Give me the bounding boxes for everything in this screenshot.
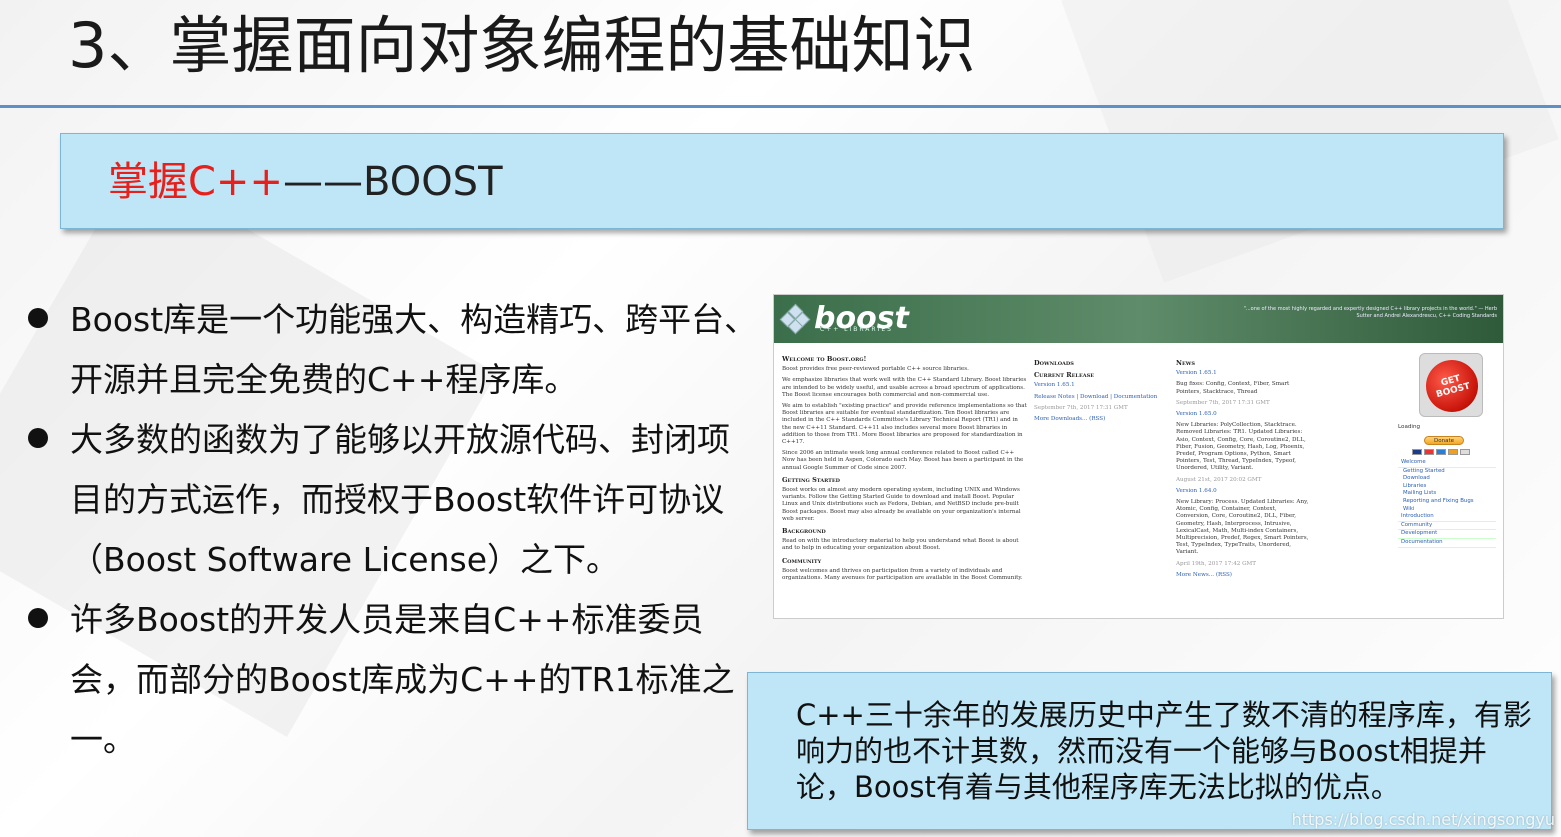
news-date: September 7th, 2017 17:31 GMT xyxy=(1176,399,1270,406)
boost-downloads-title: Downloads xyxy=(1034,359,1074,367)
bullet-dot-icon xyxy=(28,308,48,328)
boost-news-column: News Version 1.65.1 Bug fixes: Config, C… xyxy=(1176,355,1310,583)
nav-sub-item[interactable]: Download xyxy=(1398,475,1496,483)
bullet-item: Boost库是一个功能强大、构造精巧、跨平台、开源并且完全免费的C++程序库。 xyxy=(22,290,762,410)
nav-sub-item[interactable]: Reporting and Fixing Bugs xyxy=(1398,498,1496,506)
boost-news-title: News xyxy=(1176,359,1195,367)
boost-welcome-p2: We emphasize libraries that work well wi… xyxy=(782,377,1027,398)
news-version-link[interactable]: Version 1.65.1 xyxy=(1176,370,1310,377)
bullet-list: Boost库是一个功能强大、构造精巧、跨平台、开源并且完全免费的C++程序库。 … xyxy=(22,290,762,770)
boost-getting-started-title: Getting Started xyxy=(782,475,841,484)
news-version-link[interactable]: Version 1.65.0 xyxy=(1176,411,1310,418)
nav-item-introduction[interactable]: Introduction xyxy=(1398,513,1496,522)
news-text: Bug fixes: Config, Context, Fiber, Smart… xyxy=(1176,381,1290,395)
boost-welcome-title: Welcome to Boost.org! xyxy=(782,355,867,363)
boost-welcome-p3: We aim to establish "existing practice" … xyxy=(782,403,1027,446)
news-date: April 19th, 2017 17:42 GMT xyxy=(1176,560,1257,567)
nav-sub-item[interactable]: Wiki xyxy=(1398,506,1496,514)
nav-item-documentation[interactable]: Documentation xyxy=(1398,539,1496,548)
boost-current-release-title: Current Release xyxy=(1034,371,1095,380)
boost-more-downloads-link[interactable]: More Downloads... (RSS) xyxy=(1034,416,1166,423)
news-text: New Libraries: PolyCollection, Stacktrac… xyxy=(1176,422,1306,472)
boost-header-quote: "...one of the most highly regarded and … xyxy=(1243,306,1497,319)
boost-community-text: Boost welcomes and thrives on participat… xyxy=(782,567,1023,582)
bullet-dot-icon xyxy=(28,428,48,448)
payment-cards-icon xyxy=(1412,449,1470,455)
boost-current-version-link[interactable]: Version 1.65.1 xyxy=(1034,382,1075,388)
boost-welcome-column: Welcome to Boost.org! Boost provides fre… xyxy=(782,351,1028,586)
bullet-text: 许多Boost的开发人员是来自C++标准委员会，而部分的Boost库成为C++的… xyxy=(70,600,735,759)
news-text: New Library: Process. Updated Libraries:… xyxy=(1176,499,1309,556)
boost-welcome-p1: Boost provides free peer-reviewed portab… xyxy=(782,366,969,373)
boost-gem-icon xyxy=(779,303,811,335)
nav-item-welcome[interactable]: Welcome xyxy=(1398,459,1496,468)
info-callout-box: C++三十余年的发展历史中产生了数不清的程序库，有影响力的也不计其数，然而没有一… xyxy=(747,672,1552,830)
news-version-link[interactable]: Version 1.64.0 xyxy=(1176,488,1310,495)
boost-background-text: Read on with the introductory material t… xyxy=(782,538,1019,552)
nav-sub-item[interactable]: Mailing Lists xyxy=(1398,490,1496,498)
nav-sub-item[interactable]: Getting Started xyxy=(1398,468,1496,476)
boost-current-date: September 7th, 2017 17:31 GMT xyxy=(1034,404,1128,411)
info-callout-text: C++三十余年的发展历史中产生了数不清的程序库，有影响力的也不计其数，然而没有一… xyxy=(796,698,1532,804)
slide-title: 3、掌握面向对象编程的基础知识 xyxy=(68,9,976,82)
topic-heading-highlight: 掌握C++ xyxy=(108,159,283,205)
source-watermark: https://blog.csdn.net/xingsongyu xyxy=(1291,810,1555,829)
boost-getting-started-text: Boost works on almost any modern operati… xyxy=(782,487,1021,522)
boost-more-news-link[interactable]: More News... (RSS) xyxy=(1176,572,1310,579)
boost-current-links[interactable]: Release Notes | Download | Documentation xyxy=(1034,394,1166,401)
topic-heading: 掌握C++——BOOST xyxy=(108,158,503,206)
boost-background-title: Background xyxy=(782,527,826,536)
bullet-text: 大多数的函数为了能够以开放源代码、封闭项目的方式运作，而授权于Boost软件许可… xyxy=(70,420,730,579)
boost-downloads-column: Downloads Current Release Version 1.65.1… xyxy=(1034,355,1166,427)
news-date: August 21st, 2017 20:02 GMT xyxy=(1176,476,1262,483)
nav-item-development[interactable]: Development xyxy=(1398,530,1496,539)
nav-sub-item[interactable]: Libraries xyxy=(1398,483,1496,491)
topic-banner: 掌握C++——BOOST xyxy=(60,133,1504,229)
title-divider xyxy=(0,105,1561,108)
bullet-item: 许多Boost的开发人员是来自C++标准委员会，而部分的Boost库成为C++的… xyxy=(22,590,762,770)
boost-logo-subtitle: C++ LIBRARIES xyxy=(820,326,893,333)
bullet-text: Boost库是一个功能强大、构造精巧、跨平台、开源并且完全免费的C++程序库。 xyxy=(70,300,758,399)
boost-welcome-p4: Since 2006 an intimate week long annual … xyxy=(782,450,1024,471)
topic-heading-rest: ——BOOST xyxy=(282,159,503,205)
boost-site-header: boost C++ LIBRARIES "...one of the most … xyxy=(774,295,1503,343)
boost-website-screenshot: boost C++ LIBRARIES "...one of the most … xyxy=(773,294,1504,619)
loading-text: Loading xyxy=(1398,424,1421,430)
bullet-dot-icon xyxy=(28,608,48,628)
donate-button[interactable]: Donate xyxy=(1424,436,1464,445)
get-boost-label: GET BOOST xyxy=(1420,354,1484,418)
bullet-item: 大多数的函数为了能够以开放源代码、封闭项目的方式运作，而授权于Boost软件许可… xyxy=(22,410,762,590)
nav-item-community[interactable]: Community xyxy=(1398,522,1496,531)
get-boost-button[interactable]: GET BOOST xyxy=(1419,353,1484,418)
boost-sidebar-nav: Welcome Getting Started Download Librari… xyxy=(1398,459,1496,548)
boost-community-title: Community xyxy=(782,556,822,565)
